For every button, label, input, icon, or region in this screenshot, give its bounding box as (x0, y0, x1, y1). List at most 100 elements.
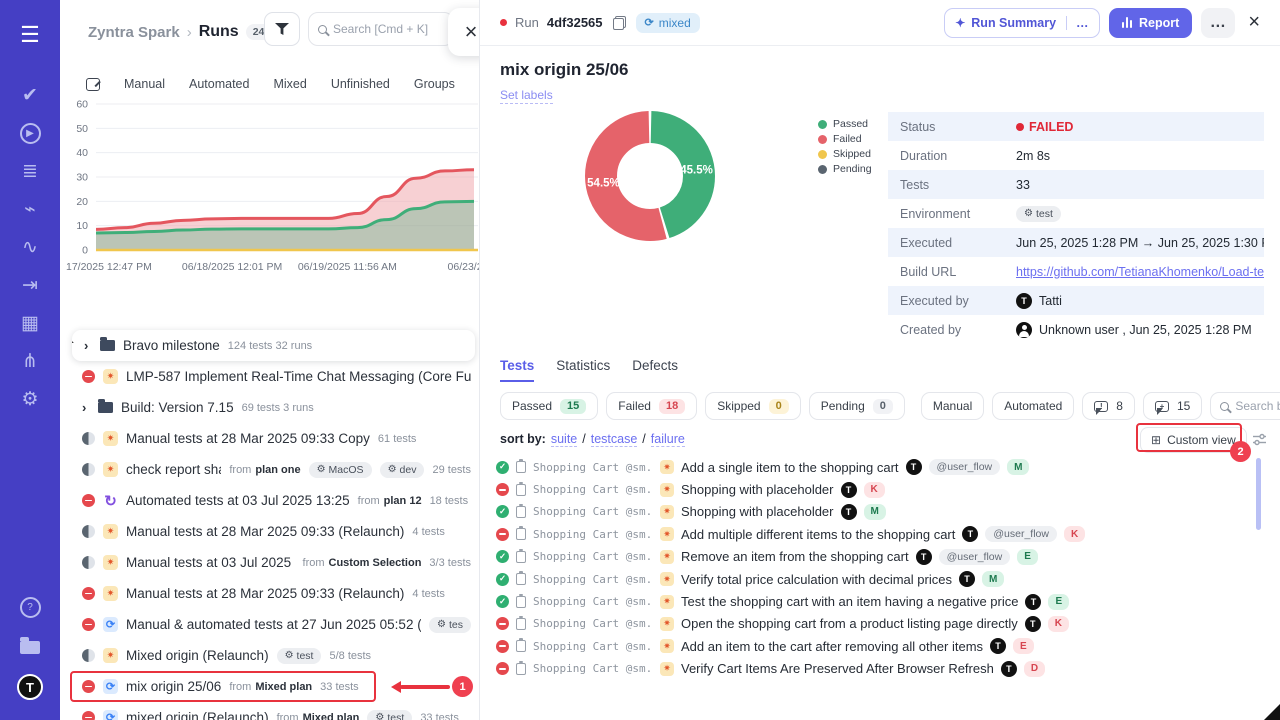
test-list-item[interactable]: Shopping Cart @sm... Test the shopping c… (496, 590, 1258, 612)
run-name[interactable]: Build: Version 7.15 (121, 400, 234, 415)
sidebar-icon[interactable]: ≣ (12, 152, 48, 190)
test-title[interactable]: Verify Cart Items Are Preserved After Br… (681, 661, 994, 676)
sidebar-icon[interactable]: ⇥ (12, 266, 48, 304)
run-list-item[interactable]: › Build: Version 7.15 69 tests 3 runs (60, 392, 479, 423)
status-filter-button[interactable]: Skipped 0 (705, 392, 801, 420)
detail-tab[interactable]: Statistics (556, 358, 610, 382)
sidebar-icon[interactable]: ⌁ (12, 190, 48, 228)
test-suite[interactable]: Shopping Cart @sm... (533, 595, 653, 608)
assignee-avatar[interactable]: T (1001, 661, 1017, 677)
test-list-item[interactable]: Shopping Cart @sm... Add multiple differ… (496, 523, 1258, 545)
automated-filter-button[interactable]: Automated (992, 392, 1074, 420)
panel-close-button[interactable] (448, 8, 480, 56)
test-suite[interactable]: Shopping Cart @sm... (533, 617, 653, 630)
run-name[interactable]: Manual tests at 28 Mar 2025 09:33 (Relau… (126, 586, 404, 601)
run-name[interactable]: LMP-587 Implement Real-Time Chat Messagi… (126, 369, 471, 384)
set-labels-link[interactable]: Set labels (500, 88, 553, 104)
test-list-item[interactable]: Shopping Cart @sm... Add a single item t… (496, 456, 1258, 478)
tab-groups[interactable]: Groups (414, 77, 455, 91)
sidebar-icon[interactable]: ✔ (12, 76, 48, 114)
test-list-item[interactable]: Shopping Cart @sm... Verify total price … (496, 568, 1258, 590)
test-letter-badge[interactable]: K (1048, 616, 1069, 632)
test-letter-badge[interactable]: M (982, 571, 1004, 587)
test-title[interactable]: Add multiple different items to the shop… (681, 527, 955, 542)
sidebar-icon[interactable]: ☰ (12, 16, 48, 54)
test-list-item[interactable]: Shopping Cart @sm... Shopping with place… (496, 501, 1258, 523)
more-actions-button[interactable]: … (1201, 8, 1235, 38)
test-list-item[interactable]: Shopping Cart @sm... Verify Cart Items A… (496, 658, 1258, 680)
test-list-item[interactable]: Shopping Cart @sm... Open the shopping c… (496, 613, 1258, 635)
detail-tab[interactable]: Defects (632, 358, 678, 382)
run-name[interactable]: mixed origin (Relaunch) (126, 710, 269, 720)
tab-automated[interactable]: Automated (189, 77, 249, 91)
sort-by-testcase[interactable]: testcase (591, 432, 638, 447)
tab-unfinished[interactable]: Unfinished (331, 77, 390, 91)
sliders-icon[interactable] (1252, 432, 1267, 447)
comment-filter-button[interactable]: ! 8 (1082, 392, 1135, 420)
tab-manual[interactable]: Manual (124, 77, 165, 91)
test-title[interactable]: Shopping with placeholder (681, 504, 834, 519)
chevron-right-icon[interactable]: › (84, 338, 92, 353)
run-list-item[interactable]: Manual tests at 28 Mar 2025 09:33 (Relau… (60, 516, 479, 547)
run-list-item[interactable]: mixed origin (Relaunch) from Mixed plan … (60, 702, 479, 720)
test-suite[interactable]: Shopping Cart @sm... (533, 550, 653, 563)
test-list-item[interactable]: Shopping Cart @sm... Remove an item from… (496, 546, 1258, 568)
sort-by-suite[interactable]: suite (551, 432, 577, 447)
test-letter-badge[interactable]: D (1024, 661, 1045, 677)
run-list-item[interactable]: Manual tests at 28 Mar 2025 09:33 (Relau… (60, 578, 479, 609)
test-letter-badge[interactable]: K (1064, 526, 1085, 542)
test-suite[interactable]: Shopping Cart @sm... (533, 573, 653, 586)
status-filter-button[interactable]: Pending 0 (809, 392, 905, 420)
chevron-right-icon[interactable]: › (82, 400, 90, 415)
assignee-avatar[interactable]: T (906, 459, 922, 475)
test-title[interactable]: Add an item to the cart after removing a… (681, 639, 983, 654)
test-letter-badge[interactable]: E (1017, 549, 1038, 565)
close-detail-button[interactable] (1244, 11, 1264, 34)
manual-filter-button[interactable]: Manual (921, 392, 984, 420)
test-title[interactable]: Open the shopping cart from a product li… (681, 616, 1018, 631)
test-list-item[interactable]: Shopping Cart @sm... Add an item to the … (496, 635, 1258, 657)
run-name[interactable]: check report sharing (126, 462, 221, 477)
run-list-item[interactable]: Manual tests at 03 Jul 2025 12:08 from C… (60, 547, 479, 578)
assignee-avatar[interactable]: T (916, 549, 932, 565)
test-suite[interactable]: Shopping Cart @sm... (533, 505, 653, 518)
sort-by-failure[interactable]: failure (651, 432, 685, 447)
test-tag-badge[interactable]: @user_flow (929, 459, 1001, 475)
run-name[interactable]: Manual & automated tests at 27 Jun 2025 … (126, 617, 421, 632)
run-list-item[interactable]: Manual & automated tests at 27 Jun 2025 … (60, 609, 479, 640)
user-avatar[interactable]: T (12, 668, 48, 706)
test-title[interactable]: Verify total price calculation with deci… (681, 572, 952, 587)
run-name[interactable]: Bravo milestone (123, 338, 220, 353)
build-url-link[interactable]: https://github.com/TetianaKhomenko/Load-… (1016, 265, 1264, 279)
status-filter-button[interactable]: Failed 18 (606, 392, 697, 420)
comment-filter-button[interactable]: + 15 (1143, 392, 1202, 420)
test-letter-badge[interactable]: M (864, 504, 886, 520)
run-list-item[interactable]: Mixed origin (Relaunch) test 5/8 tests (60, 640, 479, 671)
test-title[interactable]: Test the shopping cart with an item havi… (681, 594, 1018, 609)
run-list-item[interactable]: Automated tests at 03 Jul 2025 13:25 fro… (60, 485, 479, 516)
test-list-item[interactable]: Shopping Cart @sm... Shopping with place… (496, 478, 1258, 500)
tab-mixed[interactable]: Mixed (273, 77, 306, 91)
run-name[interactable]: Mixed origin (Relaunch) (126, 648, 269, 663)
test-tag-badge[interactable]: @user_flow (939, 549, 1011, 565)
test-letter-badge[interactable]: M (1007, 459, 1029, 475)
breadcrumb-project[interactable]: Zyntra Spark (88, 24, 180, 41)
run-list-item[interactable]: check report sharing from plan one MacOS… (60, 454, 479, 485)
assignee-avatar[interactable]: T (962, 526, 978, 542)
projects-folder-icon[interactable] (12, 628, 48, 666)
runs-board-icon[interactable] (86, 78, 100, 91)
run-name[interactable]: Manual tests at 28 Mar 2025 09:33 Copy (126, 431, 370, 446)
test-suite[interactable]: Shopping Cart @sm... (533, 662, 653, 675)
tests-search-input[interactable] (1235, 399, 1280, 413)
help-icon[interactable]: ? (12, 588, 48, 626)
run-summary-button[interactable]: Run Summary … (944, 8, 1099, 38)
copy-icon[interactable] (613, 16, 626, 30)
run-summary-more-button[interactable]: … (1066, 16, 1099, 30)
assignee-avatar[interactable]: T (1025, 616, 1041, 632)
detail-tab[interactable]: Tests (500, 358, 534, 382)
assignee-avatar[interactable]: T (841, 504, 857, 520)
run-list-item[interactable]: Manual tests at 28 Mar 2025 09:33 Copy 6… (60, 423, 479, 454)
filter-button[interactable] (264, 12, 300, 46)
test-tag-badge[interactable]: @user_flow (985, 526, 1057, 542)
sidebar-icon[interactable]: ▦ (12, 304, 48, 342)
